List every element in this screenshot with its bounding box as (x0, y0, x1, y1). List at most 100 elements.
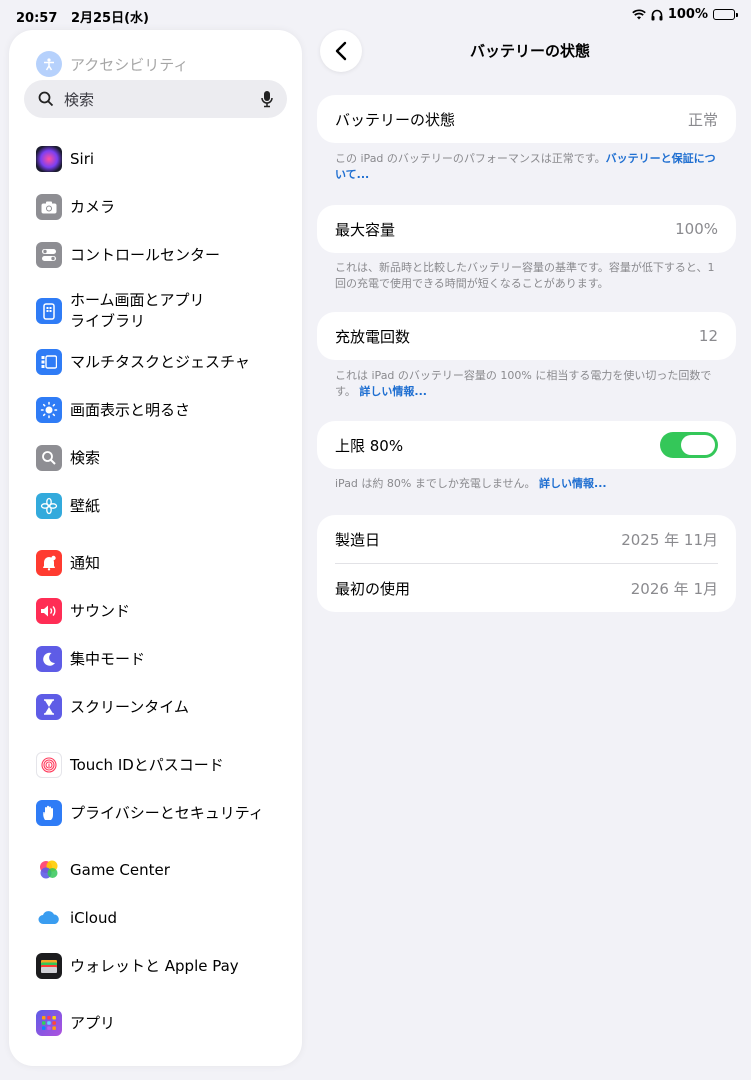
sidebar-item-label: 画面表示と明るさ (70, 400, 191, 419)
siri-icon (36, 146, 62, 172)
icloud-icon (36, 905, 62, 931)
cycle-count-value: 12 (698, 327, 718, 345)
battery-health-label: バッテリーの状態 (335, 110, 456, 129)
cycle-count-card: 充放電回数 12 (317, 312, 736, 360)
battery-health-value: 正常 (687, 110, 718, 129)
sidebar-item-camera[interactable]: カメラ (36, 194, 286, 220)
sidebar-item-wallet[interactable]: ウォレットと Apple Pay (36, 953, 286, 979)
max-capacity-value: 100% (675, 220, 718, 238)
focus-icon (36, 646, 62, 672)
label-line-2: ライブラリ (70, 312, 146, 330)
screen-time-icon (36, 694, 62, 720)
apps-icon (36, 1010, 62, 1036)
search-icon (38, 91, 54, 107)
control-center-icon (36, 242, 62, 268)
sidebar-item-label: Siri (70, 149, 95, 168)
sidebar-item-siri[interactable]: Siri (36, 146, 286, 172)
sidebar-item-sounds[interactable]: サウンド (36, 598, 286, 624)
toggle-knob (681, 435, 715, 455)
sidebar-item-label: プライバシーとセキュリティ (70, 803, 264, 822)
sidebar-item-label: カメラ (70, 197, 116, 216)
sidebar-item-label: iCloud (70, 908, 118, 927)
sidebar-item-display[interactable]: 画面表示と明るさ (36, 397, 286, 423)
sidebar-item-label: マルチタスクとジェスチャ (70, 352, 250, 371)
wallpaper-icon (36, 493, 62, 519)
search-app-icon (36, 445, 62, 471)
game-center-icon (36, 857, 62, 883)
first-use-value: 2026 年 1月 (630, 579, 718, 598)
headphones-icon (651, 9, 663, 20)
charge-limit-row: 上限 80% (317, 421, 736, 469)
sidebar-item-home-screen[interactable]: ホーム画面とアプリ ライブラリ (36, 290, 286, 332)
charge-limit-toggle[interactable] (660, 432, 718, 458)
sidebar-item-label: ホーム画面とアプリ ライブラリ (70, 290, 205, 332)
sidebar-item-label: スクリーンタイム (70, 697, 189, 716)
date-text: 2月25日(水) (70, 11, 149, 26)
touch-id-icon (36, 752, 62, 778)
sidebar-item-control-center[interactable]: コントロールセンター (36, 242, 286, 268)
sidebar-item-label: ウォレットと Apple Pay (70, 956, 239, 975)
charge-limit-card: 上限 80% (317, 421, 736, 469)
sidebar-item-privacy[interactable]: プライバシーとセキュリティ (36, 800, 286, 826)
cycle-count-row: 充放電回数 12 (317, 312, 736, 360)
sidebar-item-label: Game Center (70, 860, 170, 879)
sidebar-item-touch-id[interactable]: Touch IDとパスコード (36, 752, 286, 778)
notification-icon (36, 550, 62, 576)
sidebar-item-label: コントロールセンター (70, 245, 221, 264)
status-indicators: 100% (632, 7, 738, 22)
search-placeholder: 検索 (64, 90, 95, 109)
charge-limit-note: iPad は約 80% までしか充電しません。 詳しい情報... (335, 476, 725, 492)
wifi-icon (632, 9, 646, 20)
sidebar-item-screen-time[interactable]: スクリーンタイム (36, 694, 286, 720)
manufacture-date-label: 製造日 (335, 530, 381, 549)
sidebar-item-label: 検索 (70, 448, 101, 467)
sidebar-item-label: 通知 (70, 553, 101, 572)
first-use-row: 最初の使用 2026 年 1月 (317, 564, 736, 612)
status-bar: 20:57 2月25日(水) 100% (0, 0, 751, 30)
sidebar-item-search[interactable]: 検索 (36, 445, 286, 471)
battery-percent: 100% (667, 7, 708, 22)
sidebar-item-focus[interactable]: 集中モード (36, 646, 286, 672)
sidebar-item-label: Touch IDとパスコード (70, 755, 224, 774)
brightness-icon (36, 397, 62, 423)
sidebar: アクセシビリティ 検索 Siri カメラ コントロールセンター ホーム画面とアプ… (9, 30, 302, 1066)
charge-limit-label: 上限 80% (335, 436, 404, 455)
label-line-1: ホーム画面とアプリ (70, 291, 205, 309)
sidebar-item-icloud[interactable]: iCloud (36, 905, 286, 931)
multitask-icon (36, 349, 62, 375)
wallet-icon (36, 953, 62, 979)
limit-note-text: iPad は約 80% までしか充電しません。 (335, 477, 536, 490)
search-input[interactable]: 検索 (24, 80, 287, 118)
max-capacity-label: 最大容量 (335, 220, 396, 239)
battery-dates-card: 製造日 2025 年 11月 最初の使用 2026 年 1月 (317, 515, 736, 612)
sidebar-item-label: サウンド (70, 601, 131, 620)
sidebar-item-accessibility[interactable]: アクセシビリティ (36, 51, 188, 77)
sidebar-item-notifications[interactable]: 通知 (36, 550, 286, 576)
sidebar-item-game-center[interactable]: Game Center (36, 857, 286, 883)
manufacture-date-row: 製造日 2025 年 11月 (317, 515, 736, 563)
limit-more-info-link[interactable]: 詳しい情報... (539, 477, 607, 490)
sidebar-item-label: アプリ (70, 1013, 116, 1032)
sound-icon (36, 598, 62, 624)
back-button[interactable] (320, 30, 362, 72)
sidebar-item-multitasking[interactable]: マルチタスクとジェスチャ (36, 349, 286, 375)
camera-icon (36, 194, 62, 220)
health-note-text: この iPad のバッテリーのパフォーマンスは正常です。 (335, 152, 606, 165)
home-screen-icon (36, 298, 62, 324)
cycle-count-note: これは iPad のバッテリー容量の 100% に相当する電力を使い切った回数で… (335, 368, 725, 400)
battery-health-row: バッテリーの状態 正常 (317, 95, 736, 143)
chevron-left-icon (335, 41, 347, 61)
sidebar-item-apps[interactable]: アプリ (36, 1010, 286, 1036)
time-text: 20:57 (16, 11, 58, 26)
microphone-icon[interactable] (261, 90, 273, 108)
accessibility-icon (36, 51, 62, 77)
battery-health-note: この iPad のバッテリーのパフォーマンスは正常です。バッテリーと保証について… (335, 151, 725, 183)
sidebar-item-label: 集中モード (70, 649, 146, 668)
manufacture-date-value: 2025 年 11月 (621, 530, 718, 549)
cycle-count-label: 充放電回数 (335, 327, 411, 346)
max-capacity-card: 最大容量 100% (317, 205, 736, 253)
battery-icon (713, 9, 738, 20)
cycle-more-info-link[interactable]: 詳しい情報... (359, 385, 427, 398)
sidebar-item-wallpaper[interactable]: 壁紙 (36, 493, 286, 519)
max-capacity-row: 最大容量 100% (317, 205, 736, 253)
